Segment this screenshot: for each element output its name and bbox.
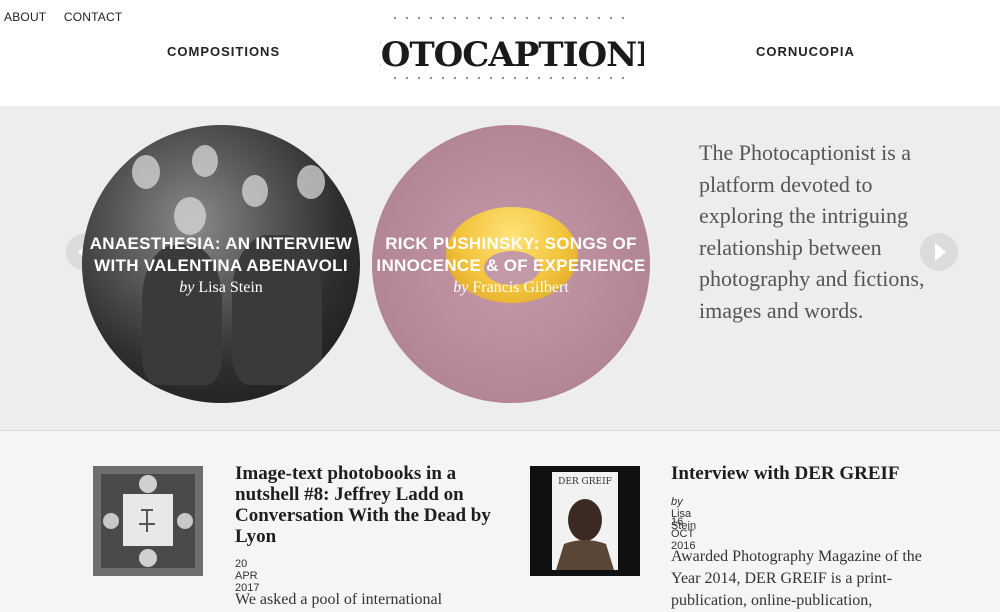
slide-card[interactable]: RICK PUSHINSKY: SONGS OF INNOCENCE & OF … bbox=[372, 125, 650, 403]
slide-title[interactable]: RICK PUSHINSKY: SONGS OF INNOCENCE & OF … bbox=[372, 233, 650, 277]
post-thumbnail[interactable] bbox=[93, 466, 203, 576]
chevron-right-icon bbox=[935, 243, 946, 261]
site-intro: The Photocaptionist is a platform devote… bbox=[699, 140, 925, 323]
post-thumbnail[interactable]: DER GREIF bbox=[530, 466, 640, 576]
photo-face bbox=[242, 175, 268, 207]
slide-card[interactable]: ANAESTHESIA: AN INTERVIEW WITH VALENTINA… bbox=[82, 125, 360, 403]
thumbnail-image bbox=[93, 466, 203, 576]
post-excerpt: We asked a pool of international bbox=[235, 591, 443, 608]
site-logo[interactable]: PHOTOCAPTIONIST bbox=[325, 12, 701, 84]
nav-compositions[interactable]: COMPOSITIONS bbox=[167, 44, 280, 59]
magazine-title: DER GREIF bbox=[558, 477, 612, 487]
post-title[interactable]: Interview with DER GREIF bbox=[671, 463, 931, 484]
next-arrow[interactable] bbox=[920, 233, 958, 271]
site-header: ABOUT CONTACT COMPOSITIONS PHOTOCAPTIONI… bbox=[0, 0, 1000, 106]
post-title[interactable]: Image-text photobooks in a nutshell #8: … bbox=[235, 463, 495, 547]
slide-author[interactable]: Lisa Stein bbox=[198, 279, 262, 296]
slide-byline: by Lisa Stein bbox=[82, 279, 360, 297]
post-excerpt: Awarded Photography Magazine of the Year… bbox=[671, 548, 922, 609]
photo-face bbox=[192, 145, 218, 177]
featured-slider: ANAESTHESIA: AN INTERVIEW WITH VALENTINA… bbox=[0, 106, 1000, 431]
contact-link[interactable]: CONTACT bbox=[64, 10, 123, 24]
slide-byline: by Francis Gilbert bbox=[372, 279, 650, 297]
photo-face bbox=[297, 165, 325, 199]
slide-caption: RICK PUSHINSKY: SONGS OF INNOCENCE & OF … bbox=[372, 233, 650, 297]
about-link[interactable]: ABOUT bbox=[4, 10, 46, 24]
slide-author[interactable]: Francis Gilbert bbox=[472, 279, 568, 296]
slide-caption: ANAESTHESIA: AN INTERVIEW WITH VALENTINA… bbox=[82, 233, 360, 297]
photo-face bbox=[132, 155, 160, 189]
byline-prefix: by bbox=[671, 496, 683, 508]
slide-title[interactable]: ANAESTHESIA: AN INTERVIEW WITH VALENTINA… bbox=[82, 233, 360, 277]
nav-cornucopia[interactable]: CORNUCOPIA bbox=[756, 44, 855, 59]
top-links: ABOUT CONTACT bbox=[4, 10, 136, 24]
thumbnail-image: DER GREIF bbox=[530, 466, 640, 576]
logo-text: PHOTOCAPTIONIST bbox=[380, 35, 644, 75]
byline-prefix: by bbox=[453, 279, 469, 296]
byline-prefix: by bbox=[179, 279, 195, 296]
photo-face bbox=[174, 197, 206, 235]
logo-wordmark: PHOTOCAPTIONIST bbox=[325, 17, 701, 79]
